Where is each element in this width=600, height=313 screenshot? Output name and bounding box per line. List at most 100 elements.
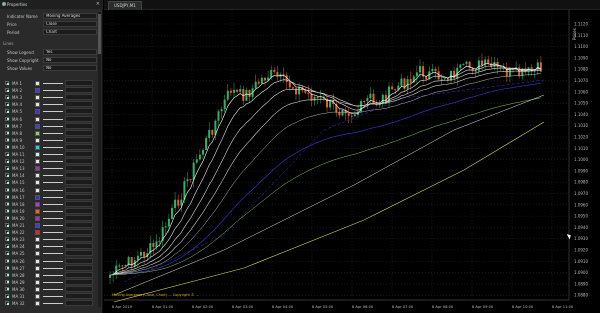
ma-line-style[interactable] [43,196,63,198]
ma-width-field[interactable] [65,229,93,236]
ma-color-swatch[interactable] [35,137,40,143]
ma-color-swatch[interactable] [35,223,40,228]
ma-row[interactable]: MA 31 [3,293,97,300]
property-value-field[interactable]: Moving Averages [43,13,97,19]
ma-width-field[interactable] [65,186,93,193]
option-value-dropdown[interactable]: No [43,65,97,71]
ma-width-field[interactable] [65,80,93,86]
ma-enable-checkbox[interactable] [5,279,9,284]
ma-row[interactable]: MA 7 [3,122,97,130]
ma-color-swatch[interactable] [35,109,40,115]
ma-enable-checkbox[interactable] [5,251,9,256]
ma-enable-checkbox[interactable] [5,116,9,121]
ma-enable-checkbox[interactable] [5,180,9,185]
ma-row[interactable]: MA 13 [3,165,97,172]
ma-line-style[interactable] [43,168,63,170]
chart-canvas[interactable]: 1.11201.11101.11001.10901.10801.10701.10… [104,10,600,313]
ma-width-field[interactable] [65,108,93,115]
ma-line-style[interactable] [43,189,63,191]
ma-row[interactable]: MA 23 [3,236,97,243]
ma-row[interactable]: MA 11 [3,151,97,158]
ma-enable-checkbox[interactable] [5,301,9,306]
ma-color-swatch[interactable] [35,244,40,250]
ma-row[interactable]: MA 9 [3,136,97,144]
ma-line-style[interactable] [43,288,63,290]
ma-width-field[interactable] [65,179,93,186]
ma-line-style[interactable] [43,111,63,113]
ma-width-field[interactable] [65,257,93,264]
ma-enable-checkbox[interactable] [5,102,9,107]
ma-line-style[interactable] [43,132,63,134]
ma-line-style[interactable] [43,125,63,127]
ma-width-field[interactable] [65,207,93,214]
ma-width-field[interactable] [65,122,93,129]
ma-color-swatch[interactable] [35,159,40,165]
ma-enable-checkbox[interactable] [5,173,9,178]
ma-enable-checkbox[interactable] [5,137,9,142]
ma-row[interactable]: MA 29 [3,278,97,286]
ma-color-swatch[interactable] [35,237,40,243]
ma-enable-checkbox[interactable] [5,159,9,164]
ma-width-field[interactable] [65,165,93,172]
ma-line-style[interactable] [43,253,63,255]
property-row[interactable]: Indicator Name Moving Averages [3,13,97,20]
ma-color-swatch[interactable] [35,180,40,186]
ma-color-swatch[interactable] [35,81,40,86]
ma-row[interactable]: MA 17 [3,193,97,201]
ma-color-swatch[interactable] [35,258,40,264]
ma-width-field[interactable] [65,94,93,101]
ma-enable-checkbox[interactable] [5,88,9,93]
ma-enable-checkbox[interactable] [5,109,9,114]
ma-color-swatch[interactable] [35,230,40,236]
property-value-field[interactable]: Close [43,21,97,27]
ma-width-field[interactable] [65,264,93,271]
ma-row[interactable]: MA 30 [3,285,97,293]
ma-width-field[interactable] [65,87,93,94]
ma-line-style[interactable] [43,296,63,297]
option-row[interactable]: Show Legend Yes [3,49,97,56]
ma-color-swatch[interactable] [35,187,40,193]
ma-width-field[interactable] [65,136,93,143]
ma-color-swatch[interactable] [35,279,40,285]
ma-enable-checkbox[interactable] [5,130,9,135]
ma-width-field[interactable] [65,172,93,179]
ma-enable-checkbox[interactable] [5,237,9,242]
ma-width-field[interactable] [65,158,93,165]
ma-color-swatch[interactable] [35,166,40,172]
ma-enable-checkbox[interactable] [5,201,9,206]
ma-row[interactable]: MA 32 [3,300,97,307]
ma-line-style[interactable] [43,303,63,305]
ma-enable-checkbox[interactable] [5,208,9,213]
ma-line-style[interactable] [43,210,63,212]
ma-width-field[interactable] [65,293,93,299]
ma-row[interactable]: MA 8 [3,129,97,137]
ma-line-style[interactable] [43,139,63,141]
ma-line-style[interactable] [43,260,63,262]
ma-line-style[interactable] [43,203,63,205]
ma-row[interactable]: MA 2 [3,87,97,94]
ma-width-field[interactable] [65,193,93,200]
price-chart[interactable]: 1.1120 1.1110 1.1100 1.1090 1.1080 1.1070 1.10… [104,10,600,313]
ma-color-swatch[interactable] [35,251,40,257]
ma-width-field[interactable] [65,278,93,285]
ma-color-swatch[interactable] [35,294,40,299]
option-value-dropdown[interactable]: No [43,57,97,63]
ma-row[interactable]: MA 27 [3,264,97,272]
panel-scrollbar[interactable] [98,12,101,307]
ma-row[interactable]: MA 22 [3,229,97,236]
ma-row[interactable]: MA 3 [3,94,97,101]
ma-width-field[interactable] [65,271,93,278]
ma-enable-checkbox[interactable] [5,215,9,220]
ma-color-swatch[interactable] [35,208,40,214]
option-row[interactable]: Show Copyright No [3,57,97,64]
ma-row[interactable]: MA 14 [3,172,97,179]
ma-width-field[interactable] [65,151,93,157]
ma-row[interactable]: MA 5 [3,108,97,115]
ma-line-style[interactable] [43,97,63,99]
ma-line-style[interactable] [43,239,63,241]
ma-enable-checkbox[interactable] [5,272,9,277]
ma-width-field[interactable] [65,115,93,122]
property-row[interactable]: Period Chart [3,29,97,36]
ma-row[interactable]: MA 26 [3,257,97,265]
ma-line-style[interactable] [43,182,63,184]
